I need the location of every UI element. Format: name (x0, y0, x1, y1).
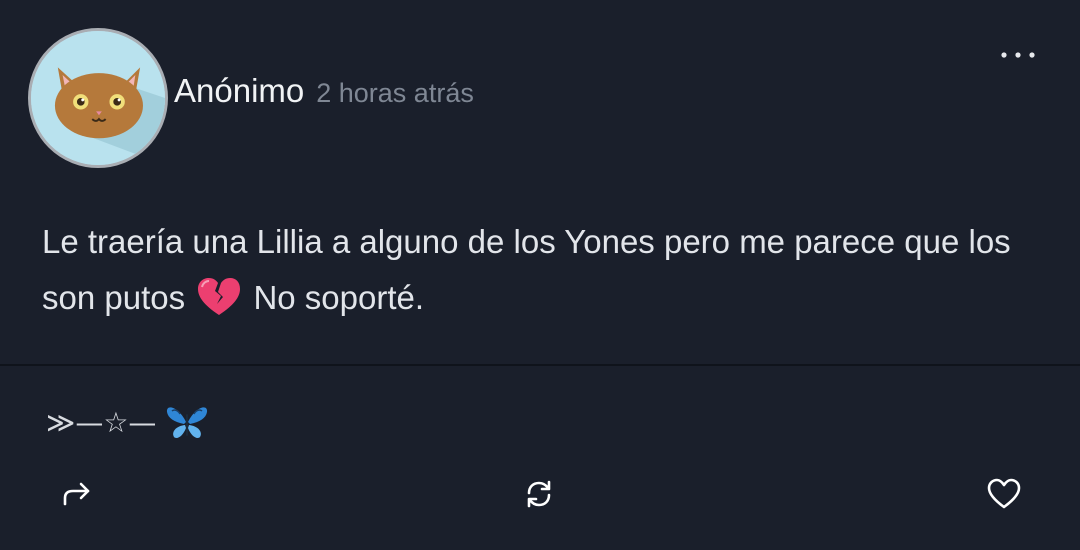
divider (0, 364, 1080, 366)
signature: ≫—☆— (46, 398, 210, 446)
post-timestamp: 2 horas atrás (316, 78, 474, 108)
repost-button[interactable] (517, 472, 561, 516)
avatar[interactable] (28, 28, 168, 168)
heart-outline-icon (987, 478, 1021, 509)
post-header: Anónimo 2 horas atrás (174, 72, 474, 120)
more-options-icon (1001, 52, 1035, 58)
broken-heart-icon (198, 278, 241, 315)
post-body: Le traería una Lillia a alguno de los Yo… (42, 214, 1042, 326)
like-button[interactable] (982, 472, 1026, 516)
post-body-text-before-emoji: son putos (42, 279, 186, 316)
author-name[interactable]: Anónimo (174, 72, 304, 110)
repost-icon (527, 480, 551, 508)
signature-text: ≫—☆— (46, 405, 157, 439)
post-body-line-1: Le traería una Lillia a alguno de los Yo… (42, 223, 1011, 260)
post-body-text-after-emoji: No soporté. (253, 279, 425, 316)
post-body-line-2: son putos No soporté. (42, 270, 1042, 326)
share-arrow-icon (63, 482, 90, 506)
post-card: Anónimo 2 horas atrás Le traería una Lil… (0, 0, 1080, 550)
cat-face-icon (31, 31, 165, 165)
share-button[interactable] (54, 472, 98, 516)
butterfly-icon (167, 407, 208, 438)
more-options-button[interactable] (992, 38, 1044, 72)
